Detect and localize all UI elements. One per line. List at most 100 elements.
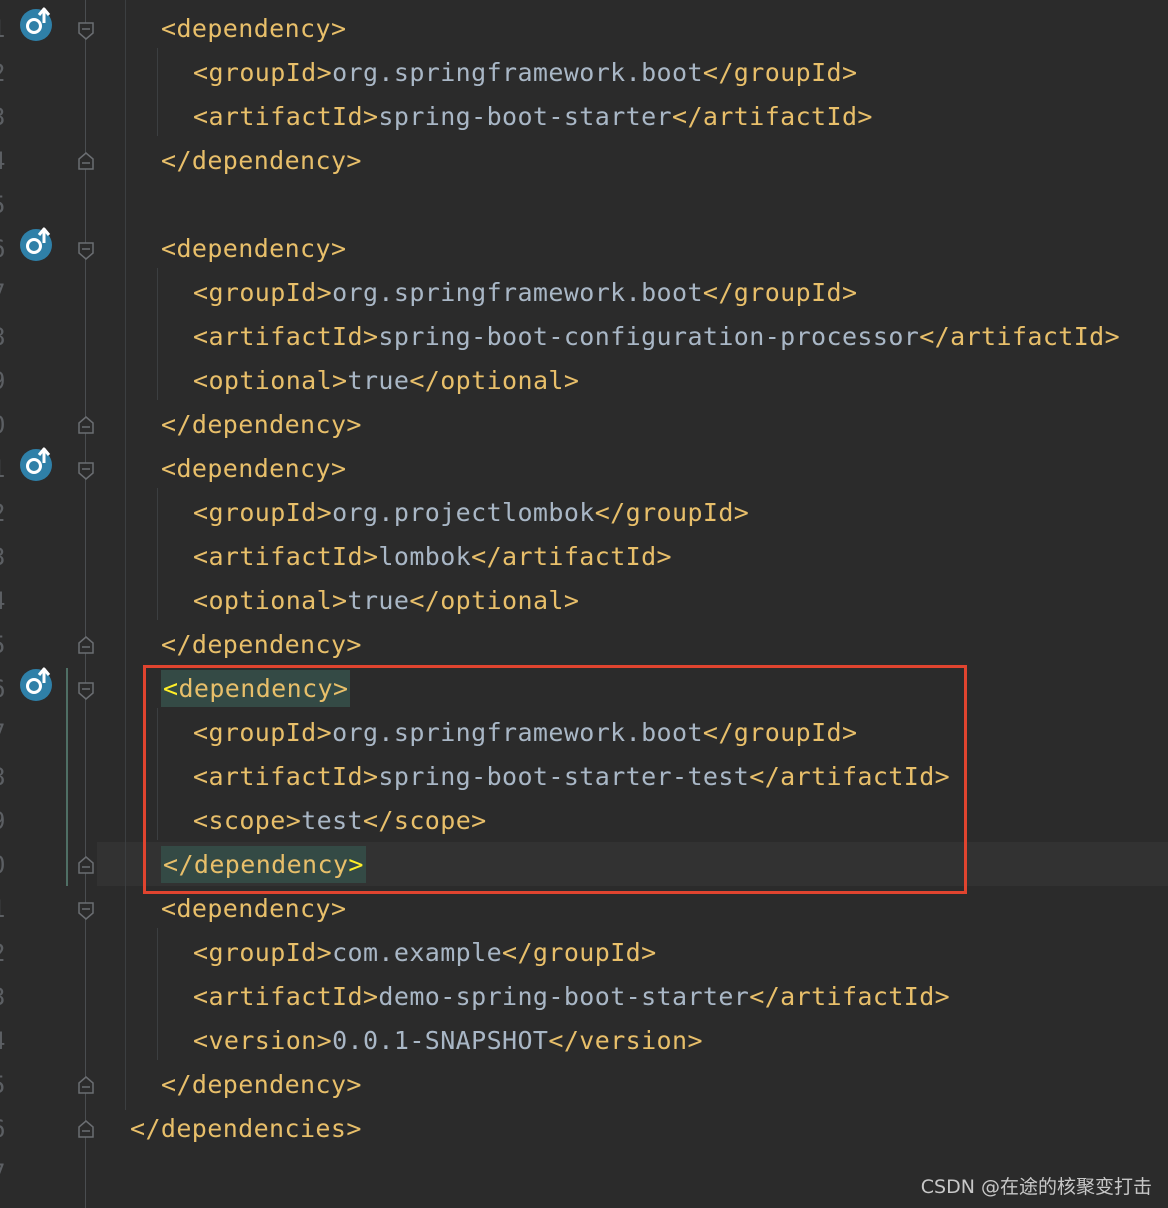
xml-open-tag: <version> [193, 1026, 333, 1055]
line-number: 7 [0, 271, 11, 315]
xml-text-value: true [347, 366, 410, 395]
code-editor[interactable]: 123456789012345678901234567 <dependency>… [0, 0, 1168, 1208]
code-line[interactable]: <artifactId>spring-boot-starter</artifac… [193, 95, 873, 139]
line-number: 8 [0, 315, 11, 359]
code-line[interactable]: <groupId>com.example</groupId> [193, 931, 657, 975]
line-number: 8 [0, 755, 11, 799]
line-number: 6 [0, 227, 11, 271]
xml-open-tag: <dependency> [161, 894, 347, 923]
xml-close-tag: </artifactId> [672, 102, 873, 131]
code-line[interactable]: </dependencies> [130, 1107, 362, 1151]
code-line[interactable]: <optional>true</optional> [193, 359, 579, 403]
fold-close-icon[interactable] [77, 151, 95, 171]
code-line[interactable]: <dependency> [161, 7, 346, 51]
xml-close-tag: </artifactId> [749, 982, 951, 1011]
code-line[interactable]: <dependency> [161, 447, 346, 491]
xml-open-tag: <optional> [193, 366, 348, 395]
line-number: 7 [0, 1151, 11, 1195]
xml-open-tag: <groupId> [193, 58, 333, 87]
code-line[interactable]: </dependency> [161, 623, 362, 667]
indent-guide [157, 928, 158, 1060]
fold-close-icon[interactable] [77, 415, 95, 435]
xml-close-tag: </groupId> [702, 278, 858, 307]
xml-text-value: com.example [332, 938, 503, 967]
xml-text-value: lombok [378, 542, 472, 571]
line-number: 0 [0, 843, 11, 887]
xml-close-tag: </artifactId> [919, 322, 1121, 351]
fold-close-icon[interactable] [77, 635, 95, 655]
xml-open-tag: <artifactId> [193, 982, 379, 1011]
line-number: 6 [0, 1107, 11, 1151]
fold-gutter-line [85, 0, 86, 1208]
xml-close-tag: </optional> [409, 586, 580, 615]
line-number: 3 [0, 535, 11, 579]
xml-open-tag: </dependency> [161, 630, 362, 659]
line-number: 6 [0, 667, 11, 711]
code-line[interactable]: <artifactId>demo-spring-boot-starter</ar… [193, 975, 950, 1019]
code-line[interactable]: </dependency> [161, 1063, 362, 1107]
line-number: 2 [0, 491, 11, 535]
fold-close-icon[interactable] [77, 1075, 95, 1095]
fold-open-icon[interactable] [77, 681, 95, 701]
line-number: 4 [0, 579, 11, 623]
code-line[interactable]: </dependency> [161, 139, 362, 183]
xml-open-tag: <dependency> [161, 234, 347, 263]
line-number: 3 [0, 975, 11, 1019]
line-number: 3 [0, 95, 11, 139]
code-line[interactable]: </dependency> [161, 403, 362, 447]
xml-text-value: 0.0.1-SNAPSHOT [332, 1026, 549, 1055]
code-line[interactable]: <groupId>org.springframework.boot</group… [193, 271, 857, 315]
line-number: 5 [0, 623, 11, 667]
line-number: 2 [0, 51, 11, 95]
fold-close-icon[interactable] [77, 1119, 95, 1139]
xml-close-tag: </optional> [409, 366, 580, 395]
xml-close-tag: </groupId> [502, 938, 657, 967]
xml-open-tag: <groupId> [193, 278, 333, 307]
xml-text-value: org.springframework.boot [332, 58, 703, 87]
maven-goto-parent-icon[interactable] [19, 226, 55, 262]
xml-close-tag: </artifactId> [471, 542, 673, 571]
xml-open-tag: </dependencies> [130, 1114, 362, 1143]
code-line[interactable]: <optional>true</optional> [193, 579, 579, 623]
fold-close-icon[interactable] [77, 855, 95, 875]
vcs-change-marker[interactable] [66, 668, 68, 886]
xml-open-tag: <artifactId> [193, 102, 379, 131]
xml-open-tag: <dependency> [161, 14, 347, 43]
maven-goto-parent-icon[interactable] [19, 446, 55, 482]
annotation-highlight-box [143, 665, 967, 894]
fold-open-icon[interactable] [77, 241, 95, 261]
fold-open-icon[interactable] [77, 21, 95, 41]
code-line[interactable]: <artifactId>spring-boot-configuration-pr… [193, 315, 1120, 359]
xml-text-value: spring-boot-configuration-processor [378, 322, 920, 351]
code-line[interactable]: <version>0.0.1-SNAPSHOT</version> [193, 1019, 703, 1063]
xml-open-tag: </dependency> [161, 410, 362, 439]
code-line[interactable]: <groupId>org.springframework.boot</group… [193, 51, 857, 95]
line-number: 5 [0, 183, 11, 227]
indent-guide [125, 0, 126, 1110]
xml-text-value: spring-boot-starter [378, 102, 672, 131]
line-number: 1 [0, 887, 11, 931]
fold-open-icon[interactable] [77, 461, 95, 481]
line-number: 4 [0, 139, 11, 183]
xml-text-value: demo-spring-boot-starter [378, 982, 750, 1011]
code-line[interactable]: <artifactId>lombok</artifactId> [193, 535, 672, 579]
xml-text-value: org.springframework.boot [332, 278, 703, 307]
maven-goto-parent-icon[interactable] [19, 6, 55, 42]
line-number: 9 [0, 359, 11, 403]
line-number: 4 [0, 1019, 11, 1063]
code-line[interactable]: <groupId>org.projectlombok</groupId> [193, 491, 749, 535]
xml-text-value: org.projectlombok [332, 498, 595, 527]
fold-open-icon[interactable] [77, 901, 95, 921]
line-number: 7 [0, 711, 11, 755]
maven-goto-parent-icon[interactable] [19, 666, 55, 702]
xml-open-tag: <artifactId> [193, 322, 379, 351]
watermark: CSDN @在途的核聚变打击 [920, 1176, 1152, 1198]
code-line[interactable]: <dependency> [161, 227, 346, 271]
indent-guide [157, 488, 158, 620]
line-number: 1 [0, 447, 11, 491]
xml-open-tag: <dependency> [161, 454, 347, 483]
xml-open-tag: <groupId> [193, 938, 333, 967]
xml-open-tag: </dependency> [161, 146, 362, 175]
line-number: 2 [0, 931, 11, 975]
line-number: 0 [0, 403, 11, 447]
